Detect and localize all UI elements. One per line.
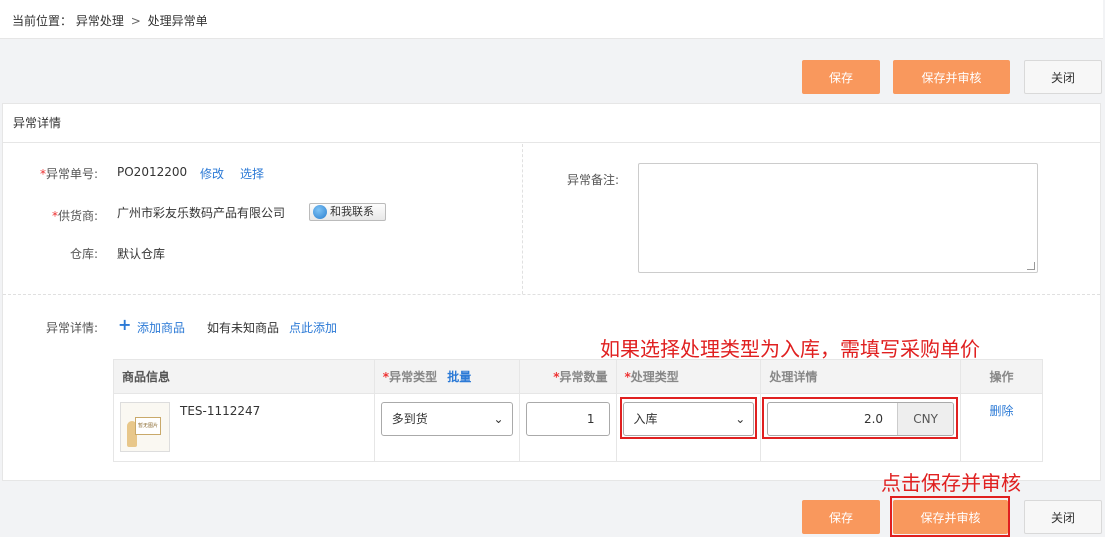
breadcrumb-separator: >	[130, 14, 141, 28]
warehouse-value: 默认仓库	[117, 247, 166, 261]
th-exception-qty: *异常数量	[518, 359, 617, 394]
supplier-label: *供货商:	[51, 209, 98, 223]
order-no-label: *异常单号:	[39, 167, 98, 181]
panel-title: 异常详情	[3, 104, 1100, 143]
order-edit-link[interactable]: 修改	[200, 165, 224, 182]
th-action: 操作	[960, 359, 1043, 394]
exception-type-select[interactable]: 多到货 ⌄	[380, 402, 513, 436]
order-choose-link[interactable]: 选择	[240, 165, 264, 182]
action-cell: 删除	[960, 393, 1043, 462]
contact-label: 和我联系	[330, 205, 374, 218]
breadcrumb-level1[interactable]: 异常处理	[76, 12, 124, 29]
th-goods-info: 商品信息	[113, 359, 375, 394]
remark-label: 异常备注:	[566, 173, 619, 187]
bottom-save-button[interactable]: 保存	[802, 500, 880, 534]
remark-textarea[interactable]	[638, 163, 1038, 273]
unknown-goods-hint: 如有未知商品	[207, 321, 280, 335]
th-process-detail: 处理详情	[760, 359, 962, 394]
breadcrumb-level2: 处理异常单	[147, 14, 208, 28]
annotation-bottom: 点击保存并审核	[881, 471, 1021, 495]
click-add-link[interactable]: 点此添加	[289, 319, 337, 336]
order-no-value: PO2012200	[117, 165, 188, 179]
resize-handle[interactable]	[1027, 262, 1035, 270]
exception-qty-cell: 1	[518, 393, 617, 462]
annotation-top: 如果选择处理类型为入库，需填写采购单价	[600, 337, 980, 361]
goods-info-cell: 暂无图片 TES-1112247	[113, 393, 375, 462]
exception-qty-input[interactable]: 1	[525, 402, 610, 436]
highlight-process-detail	[762, 397, 958, 439]
exception-type-cell: 多到货 ⌄	[373, 393, 520, 462]
batch-link[interactable]: 批量	[447, 370, 471, 384]
add-goods-link[interactable]: 添加商品	[137, 319, 185, 336]
qq-icon	[313, 205, 327, 219]
breadcrumb-prefix: 当前位置：	[12, 14, 73, 28]
table-header-row: 商品信息 *异常类型 批量 *异常数量 *处理类型 处理详情 操作	[113, 359, 1043, 394]
supplier-value: 广州市彩友乐数码产品有限公司	[117, 206, 286, 220]
chevron-down-icon: ⌄	[493, 412, 504, 426]
details-label: 异常详情:	[45, 321, 98, 335]
bottom-save-audit-button[interactable]: 保存并审核	[893, 500, 1008, 534]
highlight-process-type	[620, 397, 757, 439]
th-process-type: *处理类型	[615, 359, 762, 394]
divider-horizontal	[3, 294, 1100, 295]
breadcrumb: 当前位置： 异常处理 > 处理异常单	[0, 0, 1103, 39]
goods-sku: TES-1112247	[180, 404, 261, 418]
divider-vertical	[522, 144, 523, 294]
contact-button[interactable]: 和我联系	[309, 203, 386, 221]
th-exception-type: *异常类型 批量	[373, 359, 520, 394]
top-save-audit-button[interactable]: 保存并审核	[893, 60, 1010, 94]
plus-icon[interactable]: +	[118, 315, 131, 334]
top-save-button[interactable]: 保存	[802, 60, 880, 94]
top-close-button[interactable]: 关闭	[1024, 60, 1102, 94]
goods-thumbnail: 暂无图片	[120, 402, 170, 452]
no-image-label: 暂无图片	[135, 417, 161, 435]
bottom-close-button[interactable]: 关闭	[1024, 500, 1102, 534]
delete-link[interactable]: 删除	[990, 404, 1014, 418]
warehouse-label: 仓库:	[69, 247, 98, 261]
